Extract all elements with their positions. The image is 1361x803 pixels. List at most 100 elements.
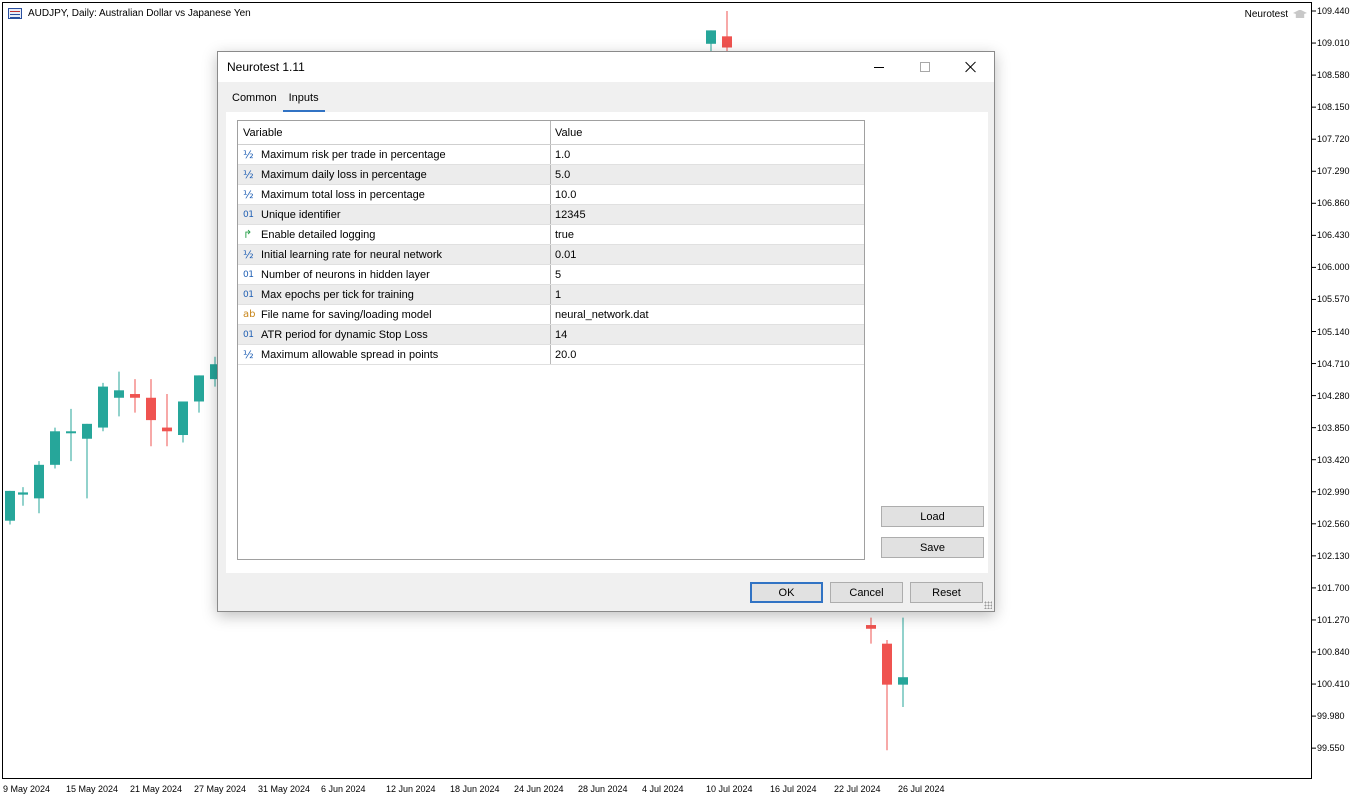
value-cell[interactable]: 1.0 [551,145,864,164]
value-cell[interactable]: neural_network.dat [551,305,864,324]
price-tick-label: 99.980 [1317,711,1345,722]
input-row[interactable]: 01 Number of neurons in hidden layer 5 [238,265,864,285]
time-tick-label: 12 Jun 2024 [386,784,436,794]
expert-advisor-label[interactable]: Neurotest [1245,9,1307,20]
chart-title: AUDJPY, Daily: Australian Dollar vs Japa… [8,8,251,19]
value-cell[interactable]: 20.0 [551,345,864,364]
candle-body [162,427,172,432]
double-type-icon: ½ [243,148,254,161]
candle-body [882,643,892,685]
variable-label: ATR period for dynamic Stop Loss [261,328,428,341]
dialog-titlebar[interactable]: Neurotest 1.11 [218,52,994,82]
time-tick-label: 26 Jul 2024 [898,784,945,794]
input-row[interactable]: ab File name for saving/loading model neur… [238,305,864,325]
time-tick-label: 16 Jul 2024 [770,784,817,794]
minimize-icon [874,66,884,68]
bull-candle [66,408,76,462]
candle-body [130,394,140,398]
value-cell[interactable]: 0.01 [551,245,864,264]
candle-body [866,625,876,629]
time-tick-label: 24 Jun 2024 [514,784,564,794]
expert-advisor-name: Neurotest [1244,9,1288,20]
double-type-icon: ½ [243,348,254,361]
inputs-grid[interactable]: Variable Value ½ Maximum risk per trade i… [237,120,865,560]
bull-candle [82,423,92,499]
bull-candle [34,461,44,514]
value-cell[interactable]: true [551,225,864,244]
minimize-button[interactable] [856,52,902,82]
price-tick-label: 101.270 [1317,614,1350,625]
candle-body [34,464,44,499]
column-header-value[interactable]: Value [551,121,864,144]
bear-candle [146,379,156,447]
grid-header: Variable Value [238,121,864,145]
bull-candle [178,401,188,443]
candle-body [722,36,732,48]
value-cell[interactable]: 5 [551,265,864,284]
column-header-variable[interactable]: Variable [238,121,551,144]
variable-cell: ab File name for saving/loading model [238,305,551,324]
value-cell[interactable]: 1 [551,285,864,304]
candle-body [146,397,156,421]
chart-title-text: AUDJPY, Daily: Australian Dollar vs Japa… [28,8,251,19]
price-tick-label: 102.990 [1317,486,1350,497]
double-type-icon: ½ [243,248,254,261]
value-cell[interactable]: 14 [551,325,864,344]
input-row[interactable]: ½ Maximum daily loss in percentage 5.0 [238,165,864,185]
save-button[interactable]: Save [881,537,984,558]
reset-button[interactable]: Reset [910,582,983,603]
close-button[interactable] [948,52,994,82]
time-tick-label: 6 Jun 2024 [321,784,366,794]
variable-cell: 01 Max epochs per tick for training [238,285,551,304]
value-cell[interactable]: 12345 [551,205,864,224]
variable-cell: ½ Maximum daily loss in percentage [238,165,551,184]
bull-candle [114,371,124,417]
tab-inputs[interactable]: Inputs [282,88,325,112]
candle-body [5,490,15,521]
variable-label: Maximum allowable spread in points [261,348,439,361]
cancel-button[interactable]: Cancel [830,582,903,603]
input-row[interactable]: ½ Maximum total loss in percentage 10.0 [238,185,864,205]
input-row[interactable]: ½ Maximum allowable spread in points 20.0 [238,345,864,365]
input-row[interactable]: ½ Maximum risk per trade in percentage 1.0 [238,145,864,165]
time-tick-label: 9 May 2024 [3,784,51,794]
candle-body [898,677,908,685]
candle-body [706,30,716,44]
candle-body [66,431,76,434]
variable-label: Maximum daily loss in percentage [261,168,427,181]
load-button[interactable]: Load [881,506,984,527]
price-tick-label: 108.150 [1317,102,1350,113]
bull-candle [194,375,204,413]
bull-candle [50,427,60,469]
price-tick-label: 100.410 [1317,679,1350,690]
expert-properties-dialog: Neurotest 1.11 Common Inputs Variable Va… [217,51,995,612]
price-tick-label: 102.130 [1317,550,1350,561]
time-tick-label: 4 Jul 2024 [642,784,684,794]
input-row[interactable]: 01 Unique identifier 12345 [238,205,864,225]
resize-grip-icon[interactable] [984,601,992,609]
input-row[interactable]: 01 ATR period for dynamic Stop Loss 14 [238,325,864,345]
input-row[interactable]: 01 Max epochs per tick for training 1 [238,285,864,305]
price-tick-label: 100.840 [1317,647,1350,657]
ok-button[interactable]: OK [750,582,823,603]
bull-candle [898,617,908,708]
time-tick-label: 15 May 2024 [66,784,119,794]
maximize-button[interactable] [902,52,948,82]
value-cell[interactable]: 5.0 [551,165,864,184]
price-tick-label: 107.290 [1317,166,1350,177]
bear-candle [162,394,172,447]
close-icon [965,61,977,73]
bull-candle [18,487,28,506]
variable-label: Unique identifier [261,208,341,221]
tab-common[interactable]: Common [226,88,283,112]
integer-type-icon: 01 [243,289,254,300]
value-cell[interactable]: 10.0 [551,185,864,204]
candle-body [194,375,204,402]
input-row[interactable]: ↱ Enable detailed logging true [238,225,864,245]
price-tick-label: 103.850 [1317,422,1350,433]
bull-candle [5,490,15,525]
variable-label: Maximum total loss in percentage [261,188,425,201]
variable-label: Initial learning rate for neural network [261,248,442,261]
variable-label: Maximum risk per trade in percentage [261,148,446,161]
input-row[interactable]: ½ Initial learning rate for neural networ… [238,245,864,265]
